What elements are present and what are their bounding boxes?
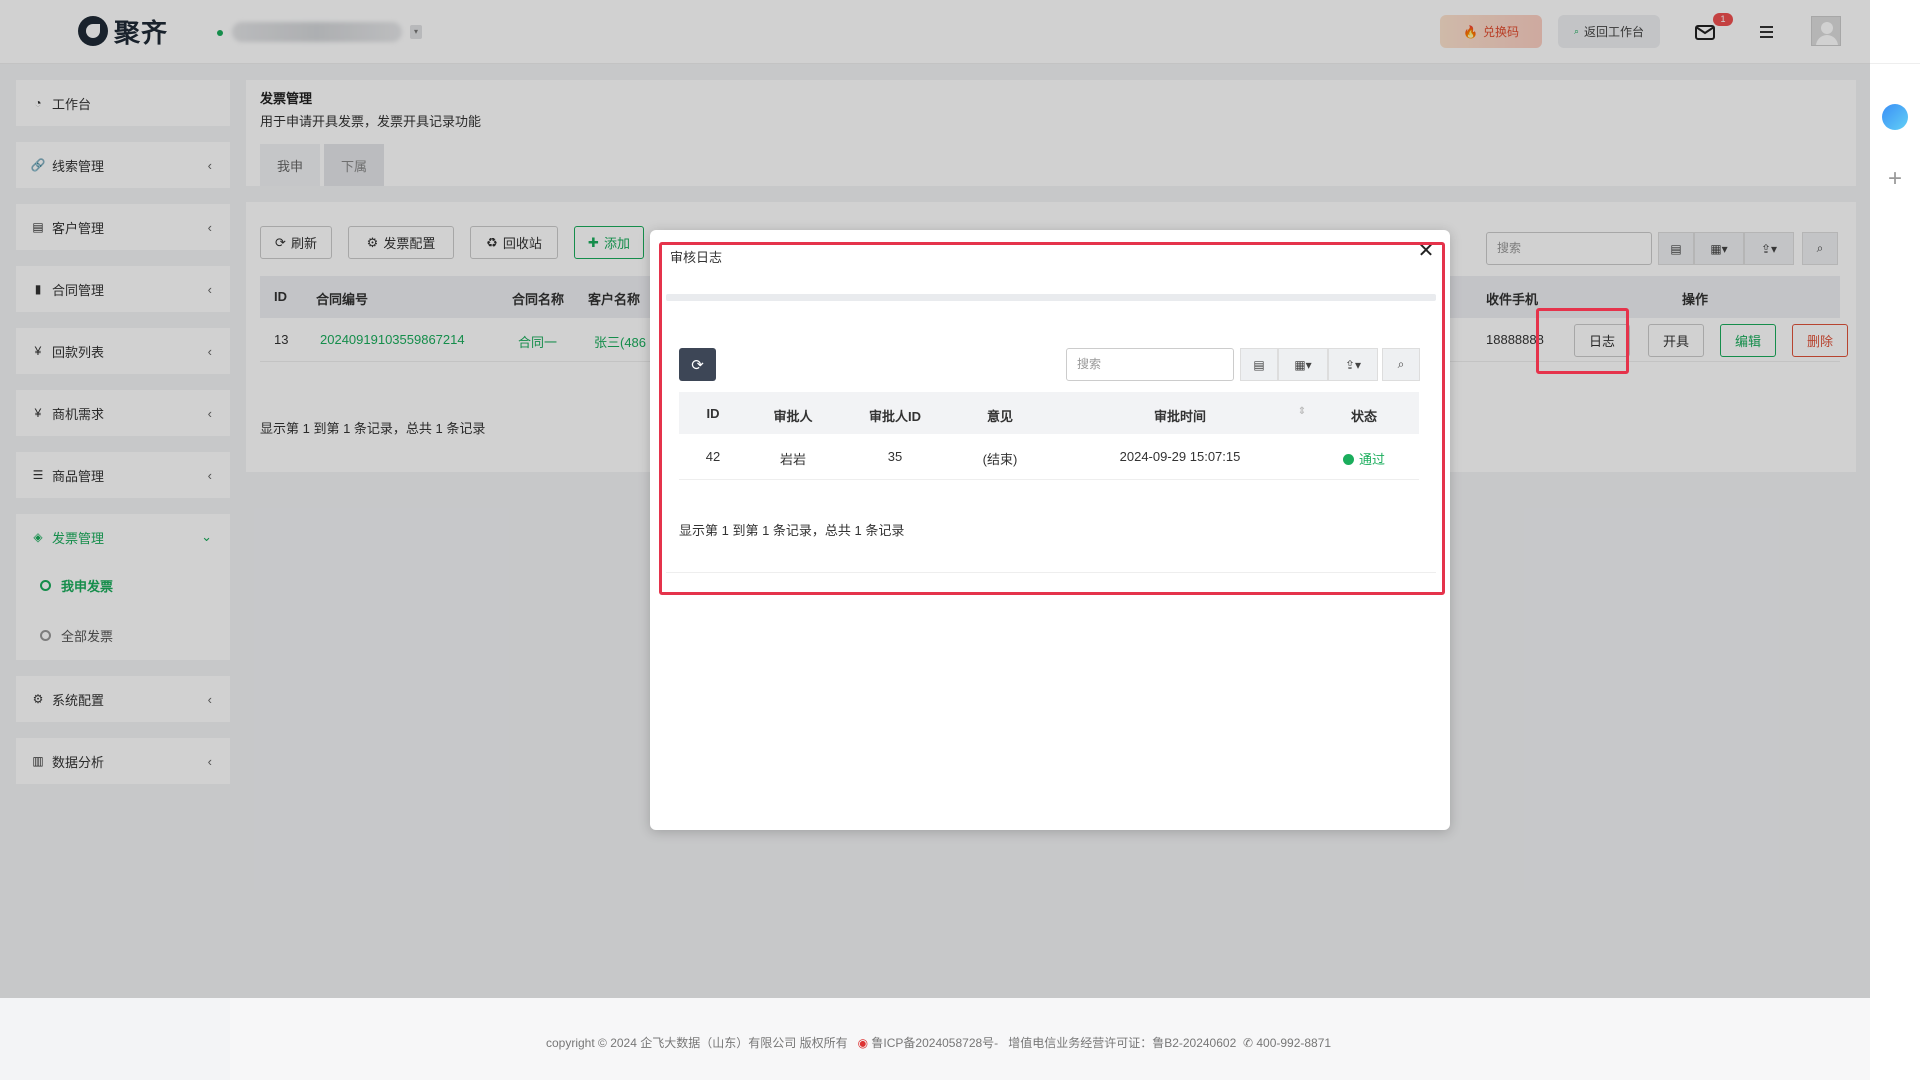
footer-text: copyright © 2024 企飞大数据（山东）有限公司 版权所有 ◉ 鲁I… — [546, 1034, 1331, 1051]
icp-link[interactable]: 鲁ICP备2024058728号- — [871, 1036, 998, 1050]
highlight-frame-modal — [659, 242, 1445, 595]
footer: copyright © 2024 企飞大数据（山东）有限公司 版权所有 ◉ 鲁I… — [230, 998, 1870, 1080]
copyright-text: copyright © 2024 企飞大数据（山东）有限公司 版权所有 — [546, 1036, 848, 1050]
chat-icon[interactable] — [1882, 104, 1908, 130]
right-rail: + — [1870, 64, 1920, 1080]
phone-icon: ✆ — [1242, 1036, 1253, 1050]
police-badge-icon: ◉ — [857, 1036, 869, 1050]
highlight-frame-log-button — [1536, 308, 1629, 374]
license-text: 增值电信业务经营许可证：鲁B2-20240602 — [1008, 1036, 1237, 1050]
phone-text: 400-992-8871 — [1256, 1036, 1332, 1050]
plus-icon[interactable]: + — [1882, 166, 1908, 192]
